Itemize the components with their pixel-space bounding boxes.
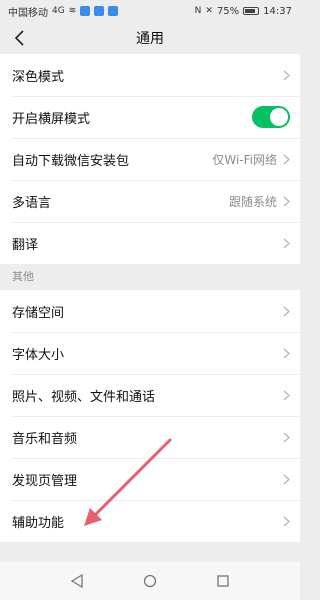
- row-label: 音乐和音频: [12, 431, 78, 447]
- font-size-row[interactable]: 字体大小: [0, 332, 300, 374]
- row-label: 字体大小: [12, 347, 65, 363]
- nav-recent-button[interactable]: [208, 566, 238, 596]
- row-value: 仅Wi-Fi网络: [212, 152, 277, 167]
- mute-icon: ✕: [205, 6, 213, 16]
- storage-row[interactable]: 存储空间: [0, 290, 300, 332]
- landscape-toggle[interactable]: [252, 106, 290, 128]
- chevron-right-icon: [283, 432, 290, 443]
- toggle-knob: [270, 108, 288, 126]
- translate-row[interactable]: 翻译: [0, 222, 300, 264]
- signal-icon: 4G: [52, 6, 65, 16]
- row-label: 深色模式: [12, 69, 65, 85]
- chevron-right-icon: [283, 306, 290, 317]
- section-other-label: 其他: [12, 270, 34, 283]
- dark-mode-row[interactable]: 深色模式: [0, 54, 300, 96]
- chevron-right-icon: [283, 474, 290, 485]
- chevron-right-icon: [283, 390, 290, 401]
- auto-download-row[interactable]: 自动下载微信安装包 仅Wi-Fi网络: [0, 138, 300, 180]
- media-row[interactable]: 照片、视频、文件和通话: [0, 374, 300, 416]
- status-left: 中国移动 4G ≋: [8, 4, 119, 19]
- page-title: 通用: [136, 31, 164, 47]
- chevron-right-icon: [283, 348, 290, 359]
- row-label: 翻译: [12, 237, 39, 253]
- chevron-right-icon: [283, 196, 290, 207]
- nfc-icon: N: [194, 6, 202, 16]
- discover-manage-row[interactable]: 发现页管理: [0, 458, 300, 500]
- nav-home-button[interactable]: [135, 566, 165, 596]
- system-nav-bar: [0, 562, 300, 600]
- chevron-right-icon: [283, 154, 290, 165]
- chevron-right-icon: [283, 516, 290, 527]
- app-notification-icon-2: [94, 6, 105, 16]
- chevron-right-icon: [283, 238, 290, 249]
- square-recent-icon: [217, 575, 229, 587]
- status-right: N ✕ 75% 14:37: [195, 6, 292, 17]
- row-label: 多语言: [12, 195, 52, 211]
- nav-bar: 通用: [0, 22, 300, 54]
- battery-icon: [243, 7, 260, 15]
- settings-group-other: 存储空间 字体大小 照片、视频、文件和通话 音乐和音频 发现页管理 辅助功能: [0, 290, 300, 542]
- row-label: 照片、视频、文件和通话: [12, 389, 156, 405]
- row-label: 辅助功能: [12, 515, 65, 531]
- row-right: [283, 238, 290, 249]
- music-audio-row[interactable]: 音乐和音频: [0, 416, 300, 458]
- row-label: 开启横屏模式: [12, 111, 91, 127]
- row-label: 发现页管理: [12, 473, 78, 489]
- battery-percent: 75%: [216, 5, 240, 17]
- row-right: [283, 70, 290, 81]
- nav-back-button[interactable]: [62, 566, 92, 596]
- app-notification-icon: [80, 6, 91, 16]
- status-bar: 中国移动 4G ≋ N ✕ 75% 14:37: [0, 0, 300, 22]
- landscape-mode-row: 开启横屏模式: [0, 96, 300, 138]
- accessibility-row[interactable]: 辅助功能: [0, 500, 300, 542]
- row-label: 存储空间: [12, 305, 65, 321]
- circle-home-icon: [143, 574, 157, 588]
- clock: 14:37: [263, 5, 292, 17]
- row-label: 自动下载微信安装包: [12, 153, 130, 169]
- chevron-right-icon: [283, 70, 290, 81]
- back-button[interactable]: [8, 26, 32, 50]
- row-value: 跟随系统: [228, 194, 277, 209]
- app-notification-icon-3: [108, 6, 119, 16]
- language-row[interactable]: 多语言 跟随系统: [0, 180, 300, 222]
- wifi-icon: ≋: [68, 6, 77, 16]
- triangle-back-icon: [70, 574, 83, 588]
- carrier-label: 中国移动: [8, 7, 48, 19]
- row-right: 跟随系统: [229, 193, 290, 210]
- chevron-left-icon: [14, 30, 24, 46]
- row-right: 仅Wi-Fi网络: [212, 151, 290, 168]
- settings-group-general: 深色模式 开启横屏模式 自动下载微信安装包 仅Wi-Fi网络 多语言 跟随系统 …: [0, 54, 300, 264]
